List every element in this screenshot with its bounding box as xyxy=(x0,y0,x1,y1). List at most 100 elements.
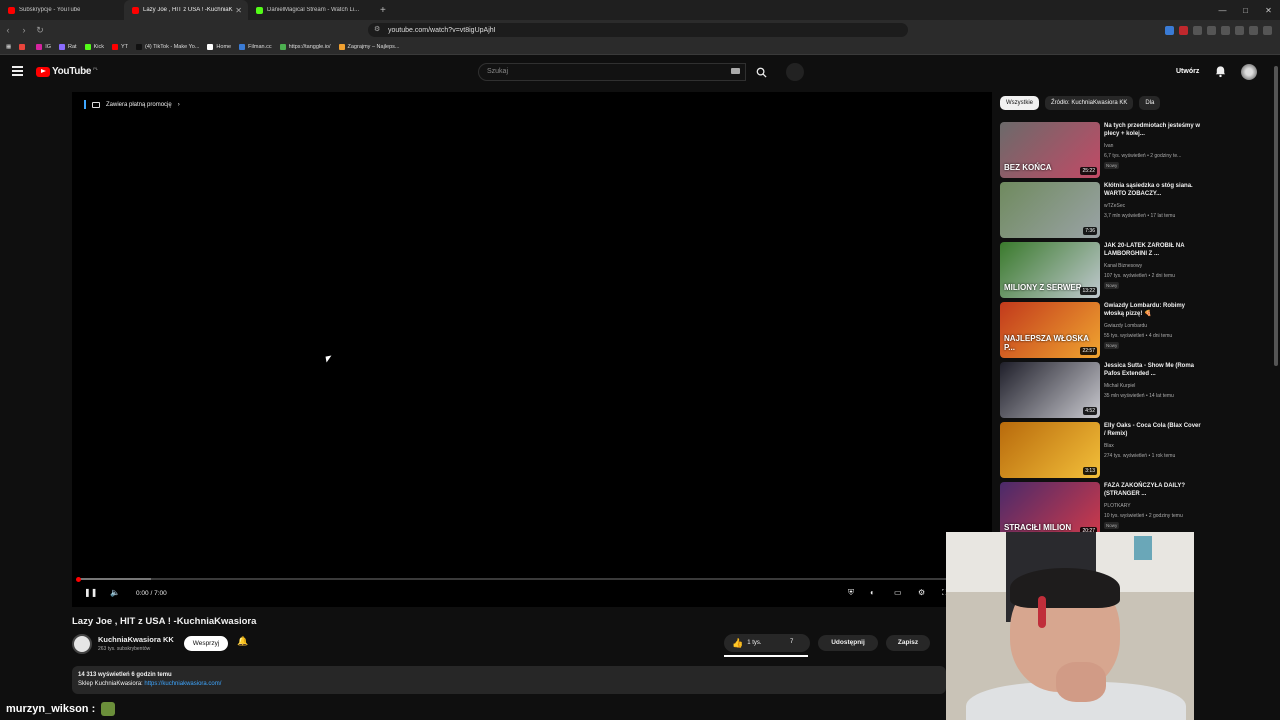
page-scrollbar[interactable] xyxy=(1272,56,1280,720)
related-video-item[interactable]: 7:36 Kłótnia sąsiedzka o stóg siana. WART… xyxy=(1000,180,1210,240)
paid-promotion-notice[interactable]: Zawiera płatną promocję › xyxy=(84,100,180,109)
progress-bar[interactable] xyxy=(76,576,986,582)
video-thumbnail[interactable]: STRACIŁI MILION 20:27 xyxy=(1000,482,1100,538)
window-controls: — □ ✕ xyxy=(1211,0,1280,20)
browser-tab-active[interactable]: Lazy Joe , HIT z USA ! -KuchniaK ✕ xyxy=(124,0,248,20)
browser-tab[interactable]: DanielMagical Stream - Watch Li... xyxy=(248,0,372,20)
channel-name[interactable]: KuchniaKwasiora KK xyxy=(98,635,174,644)
apps-grid-icon[interactable]: ▦ xyxy=(6,44,11,50)
support-button[interactable]: Wesprzyj xyxy=(184,636,228,651)
save-button[interactable]: Zapisz xyxy=(886,635,930,651)
notifications-bell-icon[interactable] xyxy=(1214,65,1227,78)
related-video-title: FAZA ZAKOŃCZYŁA DAILY? (STRANGER ... xyxy=(1104,483,1185,497)
filter-chip[interactable]: Wszystkie xyxy=(1000,96,1039,110)
thumbs-up-icon[interactable]: 👍 xyxy=(732,638,743,649)
shop-link[interactable]: https://kuchniakwasiora.com/ xyxy=(144,681,221,687)
bookmark-item[interactable] xyxy=(19,44,28,50)
pause-icon[interactable]: ❚❚ xyxy=(84,588,97,597)
video-player[interactable]: Zawiera płatną promocję › ❚❚ 🔈 0:00 / 7:… xyxy=(72,92,992,607)
bookmark-item[interactable]: YT xyxy=(111,44,128,50)
search-button[interactable] xyxy=(748,63,774,81)
maximize-icon[interactable]: □ xyxy=(1234,6,1257,15)
bookmark-item[interactable]: https://tanggle.io/ xyxy=(279,44,331,50)
video-thumbnail[interactable]: 3:13 xyxy=(1000,422,1100,478)
bookmark-label: Rat xyxy=(68,44,77,50)
related-video-title: Jessica Sutta - Show Me (Roma Pafos Exte… xyxy=(1104,363,1195,377)
close-window-icon[interactable]: ✕ xyxy=(1257,6,1280,15)
search-input[interactable]: Szukaj xyxy=(478,63,746,81)
extension-icon[interactable] xyxy=(1249,25,1258,35)
autoplay-toggle[interactable]: ◐ xyxy=(870,588,875,597)
related-video-meta: 274 tys. wyświetleń • 1 rok temu xyxy=(1104,453,1176,459)
create-button[interactable]: Utwórz xyxy=(1170,64,1205,80)
related-video-channel: Michał Kurpiel xyxy=(1104,383,1136,389)
menu-icon[interactable] xyxy=(1263,25,1272,35)
extension-icon[interactable] xyxy=(1165,25,1174,35)
related-video-item[interactable]: 4:52 Jessica Sutta - Show Me (Roma Pafos … xyxy=(1000,360,1210,420)
like-count[interactable]: 1 tys. xyxy=(747,640,761,646)
back-icon[interactable]: ‹ xyxy=(0,25,16,35)
promo-label: Zawiera płatną promocję xyxy=(106,101,172,108)
site-info-icon[interactable]: ⚙ xyxy=(374,25,380,33)
description-box[interactable]: 14 313 wyświetleń 6 godzin temu Sklep Ku… xyxy=(72,666,946,694)
dislike-count[interactable]: 7 xyxy=(790,639,793,645)
new-tab-button[interactable]: + xyxy=(372,5,394,16)
bookmark-item[interactable]: Rat xyxy=(59,44,77,50)
video-thumbnail[interactable]: MILIONY Z SERWER 13:22 xyxy=(1000,242,1100,298)
shop-line: Sklep KuchniaKwasiora: https://kuchniakw… xyxy=(78,681,940,687)
extension-icon[interactable] xyxy=(1221,25,1230,35)
forward-icon[interactable]: › xyxy=(16,25,32,35)
scrollbar-thumb[interactable] xyxy=(1274,66,1278,366)
account-avatar[interactable] xyxy=(1241,64,1257,80)
channel-avatar[interactable] xyxy=(72,634,92,654)
browser-tab-label: Subskrypcje - YouTube xyxy=(19,7,81,13)
related-video-item[interactable]: NAJLEPSZA WŁOSKA P... 22:57 Gwiazdy Lombar… xyxy=(1000,300,1210,360)
bookmark-label: Kick xyxy=(93,44,104,50)
url-text: youtube.com/watch?v=vt8igUpAjhI xyxy=(388,26,496,34)
reload-icon[interactable]: ↻ xyxy=(32,25,48,36)
bookmark-label: YT xyxy=(120,44,128,50)
bookmark-item[interactable]: IG xyxy=(36,44,51,50)
share-button[interactable]: Udostępnij xyxy=(818,635,878,651)
scrubber-handle[interactable] xyxy=(76,576,81,582)
sponsor-block-icon[interactable]: ⛨ xyxy=(848,588,854,598)
subscribe-bell-icon[interactable]: 🔔 xyxy=(234,636,252,651)
related-video-item[interactable]: 3:13 Elly Oaks - Coca Cola (Blax Cover / … xyxy=(1000,420,1210,480)
volume-icon[interactable]: 🔈 xyxy=(110,588,120,597)
video-thumbnail[interactable]: NAJLEPSZA WŁOSKA P... 22:57 xyxy=(1000,302,1100,358)
subtitles-icon[interactable]: ▭ xyxy=(894,588,902,597)
video-thumbnail[interactable]: 4:52 xyxy=(1000,362,1100,418)
guide-menu-icon[interactable] xyxy=(12,66,23,78)
close-tab-icon[interactable]: ✕ xyxy=(235,6,242,15)
voice-search-button[interactable] xyxy=(786,63,804,81)
bookmark-item[interactable]: Kick xyxy=(84,44,104,50)
buffered-range xyxy=(78,578,151,580)
related-video-channel: wTZeSec xyxy=(1104,203,1126,209)
settings-gear-icon[interactable]: ⚙ xyxy=(918,588,925,597)
related-video-item[interactable]: MILIONY Z SERWER 13:22 JAK 20-LATEK ZAROBI… xyxy=(1000,240,1210,300)
extension-icon[interactable] xyxy=(1235,25,1244,35)
bookmark-item[interactable]: Filman.cc xyxy=(239,44,272,50)
related-video-item[interactable]: BEZ KOŃCA 25:22 Na tych przedmiotach jeste… xyxy=(1000,120,1210,180)
filter-chip[interactable]: Dla xyxy=(1139,96,1161,110)
keyboard-icon[interactable] xyxy=(731,68,740,74)
video-thumbnail[interactable]: 7:36 xyxy=(1000,182,1100,238)
browser-tab[interactable]: Subskrypcje - YouTube xyxy=(0,0,124,20)
related-video-meta: 55 tys. wyświetleń • 4 dni temu xyxy=(1104,333,1173,339)
filter-chip[interactable]: Źródło: KuchniaKwasiora KK xyxy=(1045,96,1134,110)
bookmark-item[interactable]: (4) TikTok - Make Yo... xyxy=(136,44,199,50)
video-thumbnail[interactable]: BEZ KOŃCA 25:22 xyxy=(1000,122,1100,178)
bookmark-favicon-icon xyxy=(84,44,91,50)
extension-icon[interactable] xyxy=(1179,25,1188,35)
related-video-item[interactable]: STRACIŁI MILION 20:27 FAZA ZAKOŃCZYŁA DAIL… xyxy=(1000,480,1210,540)
minimize-icon[interactable]: — xyxy=(1211,6,1234,15)
url-field[interactable]: ⚙ youtube.com/watch?v=vt8igUpAjhI xyxy=(368,23,908,37)
duration-badge: 22:57 xyxy=(1080,347,1097,355)
extension-icon[interactable] xyxy=(1207,25,1216,35)
search-icon xyxy=(756,67,767,78)
bookmark-item[interactable]: Zagrajmy – Najleps... xyxy=(338,44,399,50)
extension-icon[interactable] xyxy=(1193,25,1202,35)
bookmark-item[interactable]: Home xyxy=(207,44,231,50)
youtube-logo[interactable]: YouTube PL xyxy=(36,66,98,77)
bookmark-label: https://tanggle.io/ xyxy=(288,44,331,50)
